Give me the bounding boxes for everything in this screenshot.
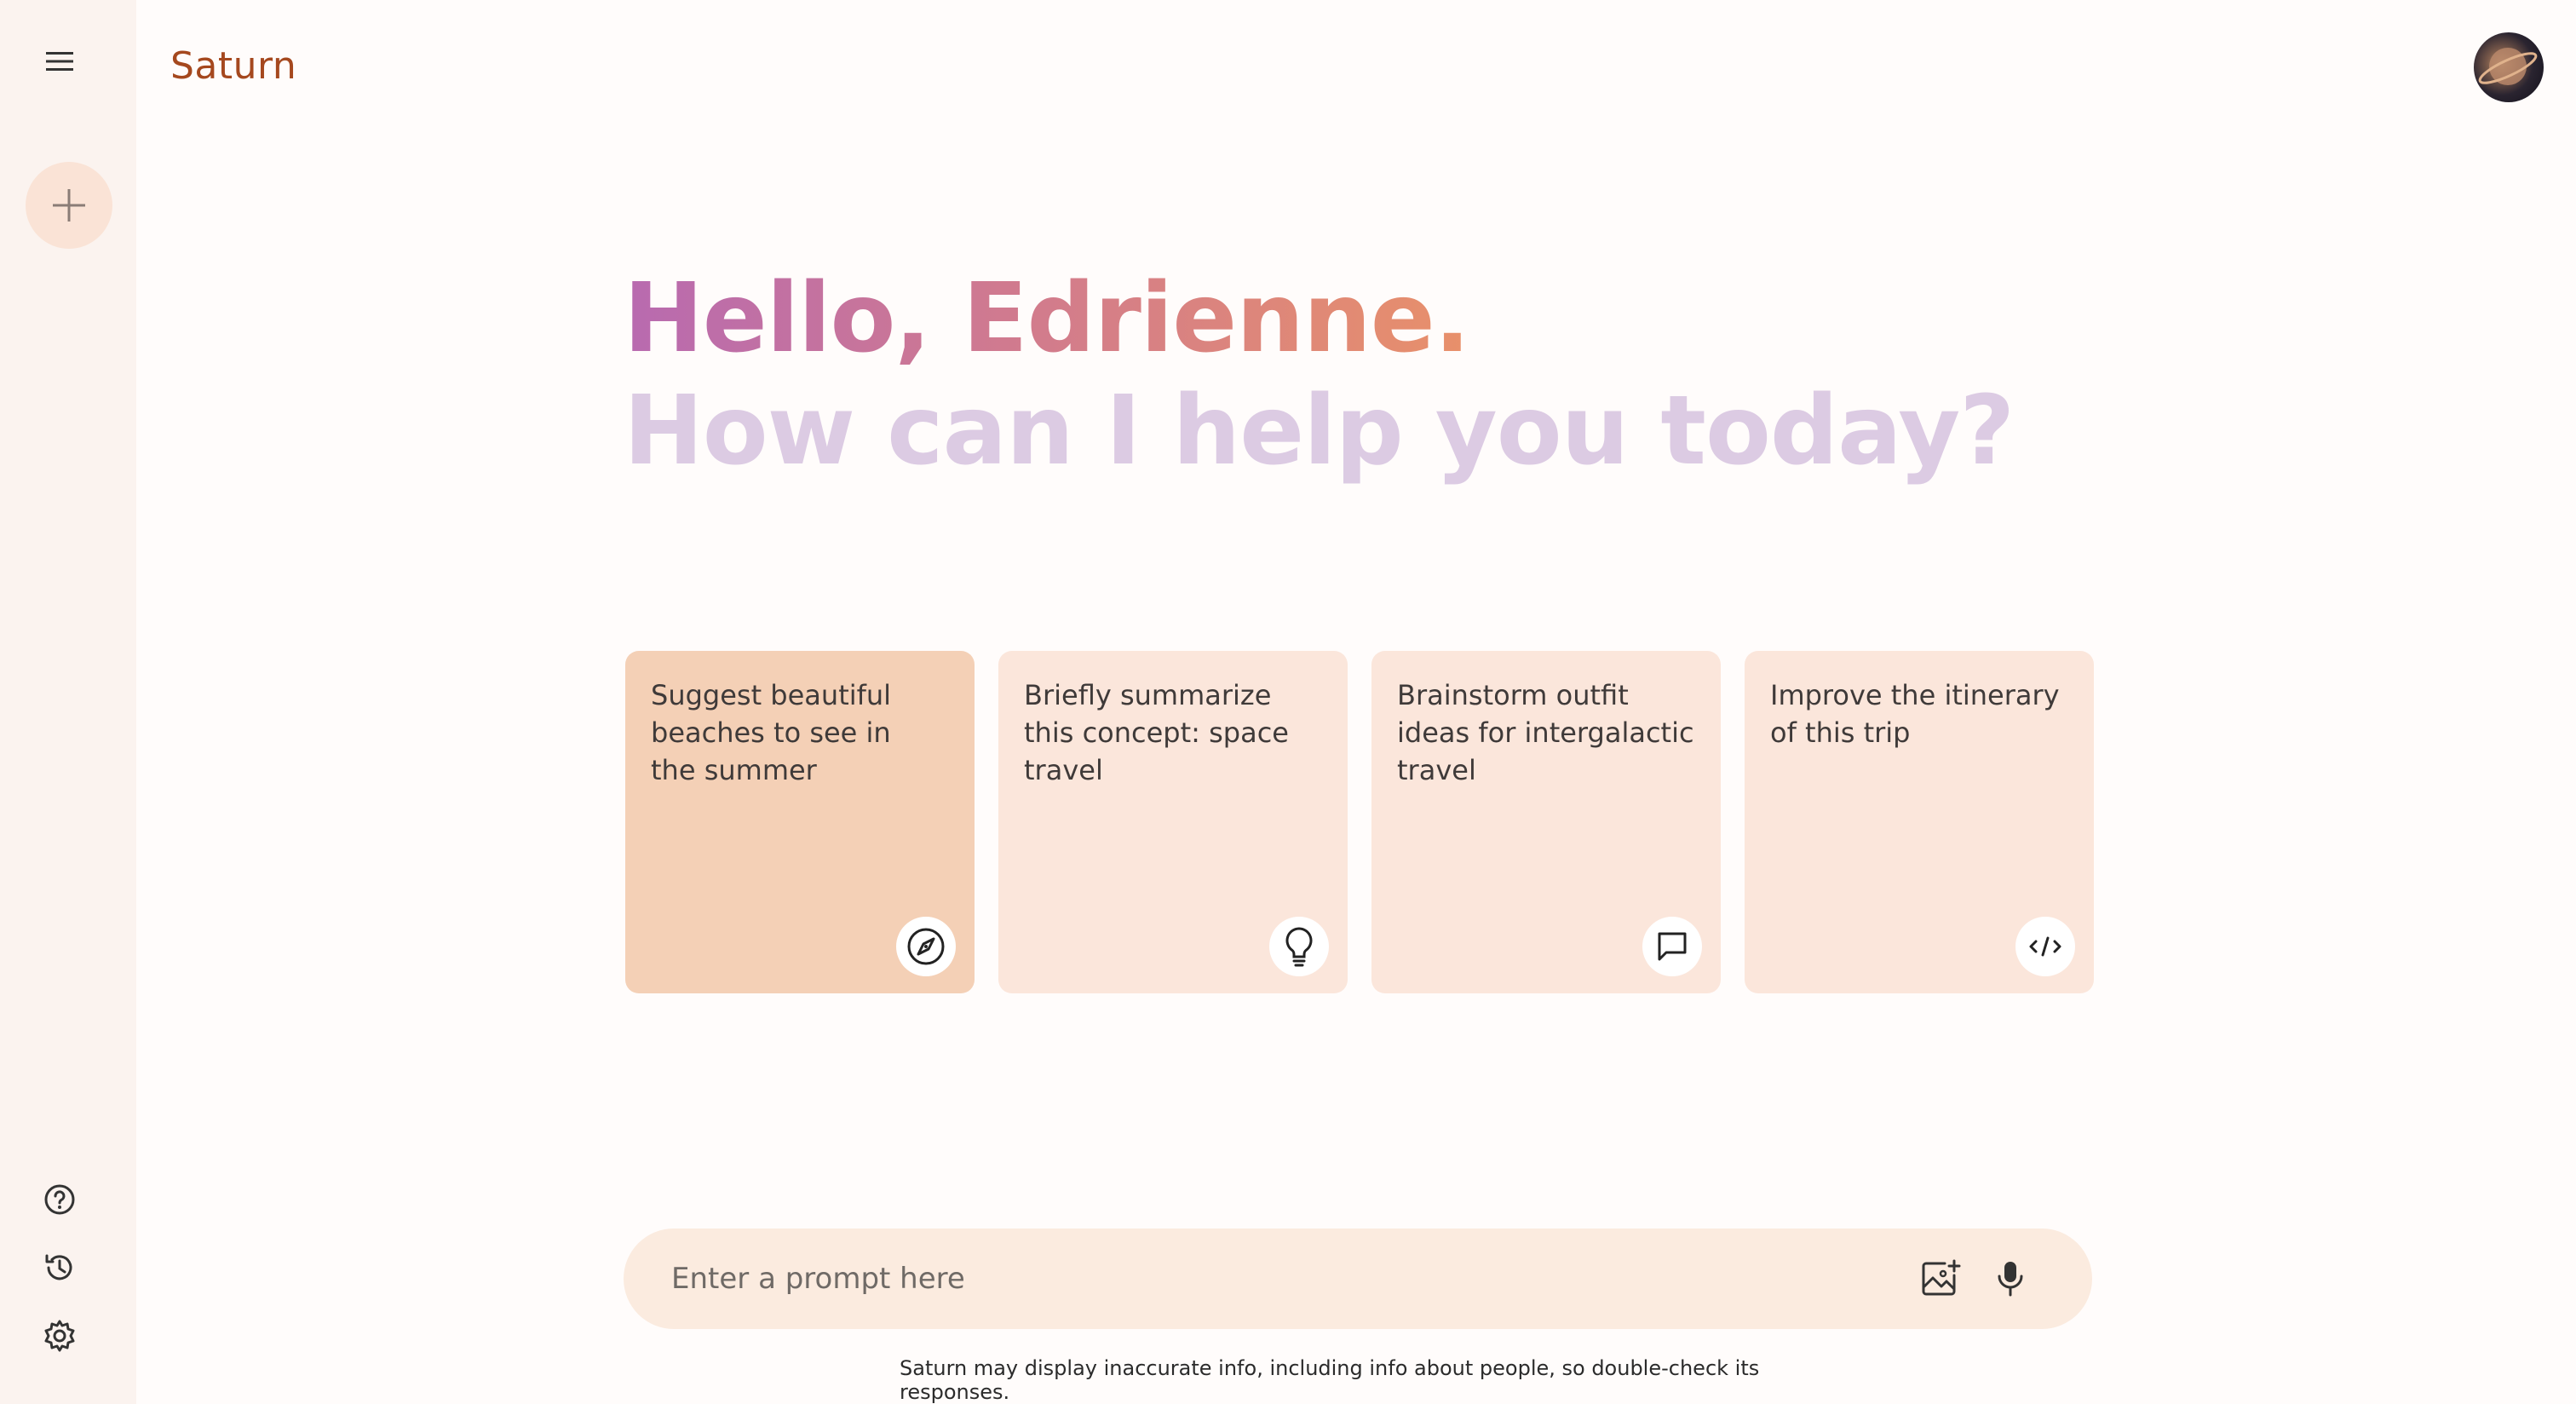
history-button[interactable]	[37, 1246, 82, 1290]
avatar[interactable]	[2474, 32, 2544, 102]
settings-button[interactable]	[37, 1314, 82, 1358]
lightbulb-icon	[1285, 927, 1313, 967]
suggestion-card-icon-wrap	[1269, 917, 1329, 976]
suggestion-card-text: Brainstorm outfit ideas for intergalacti…	[1397, 679, 1694, 786]
microphone-icon	[1998, 1262, 2023, 1297]
brand-title: Saturn	[170, 44, 297, 88]
menu-button[interactable]	[37, 43, 82, 80]
greeting-hello: Hello, Edrienne.	[624, 263, 1470, 374]
suggestion-card-icon-wrap	[1642, 917, 1702, 976]
microphone-button[interactable]	[1985, 1253, 2036, 1304]
suggestion-card-icon-wrap	[896, 917, 956, 976]
prompt-bar	[624, 1228, 2092, 1329]
greeting: Hello, Edrienne. How can I help you toda…	[624, 262, 2015, 487]
new-chat-button[interactable]	[26, 162, 112, 249]
app-root: Saturn Hello, Edrienne. How can I help y…	[0, 0, 2576, 1404]
prompt-input[interactable]	[671, 1254, 1864, 1303]
chat-bubble-icon	[1658, 932, 1687, 961]
greeting-subtitle: How can I help you today?	[624, 376, 2015, 487]
hamburger-menu-icon	[46, 52, 73, 71]
disclaimer-text: Saturn may display inaccurate info, incl…	[900, 1356, 1760, 1404]
suggestion-card-text: Briefly summarize this concept: space tr…	[1024, 679, 1289, 786]
suggestion-card[interactable]: Brainstorm outfit ideas for intergalacti…	[1371, 651, 1721, 993]
history-icon	[45, 1254, 72, 1280]
suggestion-card[interactable]: Briefly summarize this concept: space tr…	[998, 651, 1348, 993]
suggestion-card-text: Improve the itinerary of this trip	[1770, 679, 2060, 749]
suggestion-card-text: Suggest beautiful beaches to see in the …	[651, 679, 892, 786]
settings-icon	[44, 1320, 75, 1352]
plus-icon	[53, 189, 85, 222]
suggestion-card[interactable]: Improve the itinerary of this trip	[1745, 651, 2094, 993]
help-icon	[44, 1184, 75, 1215]
compass-icon	[907, 928, 945, 965]
add-image-icon	[1922, 1259, 1961, 1296]
sidebar-rail	[0, 0, 136, 1404]
planet-avatar-icon	[2478, 48, 2538, 85]
add-image-button[interactable]	[1915, 1253, 1966, 1304]
suggestion-card-icon-wrap	[2015, 917, 2075, 976]
code-icon	[2029, 936, 2061, 957]
suggestion-card[interactable]: Suggest beautiful beaches to see in the …	[625, 651, 975, 993]
help-button[interactable]	[37, 1177, 82, 1222]
